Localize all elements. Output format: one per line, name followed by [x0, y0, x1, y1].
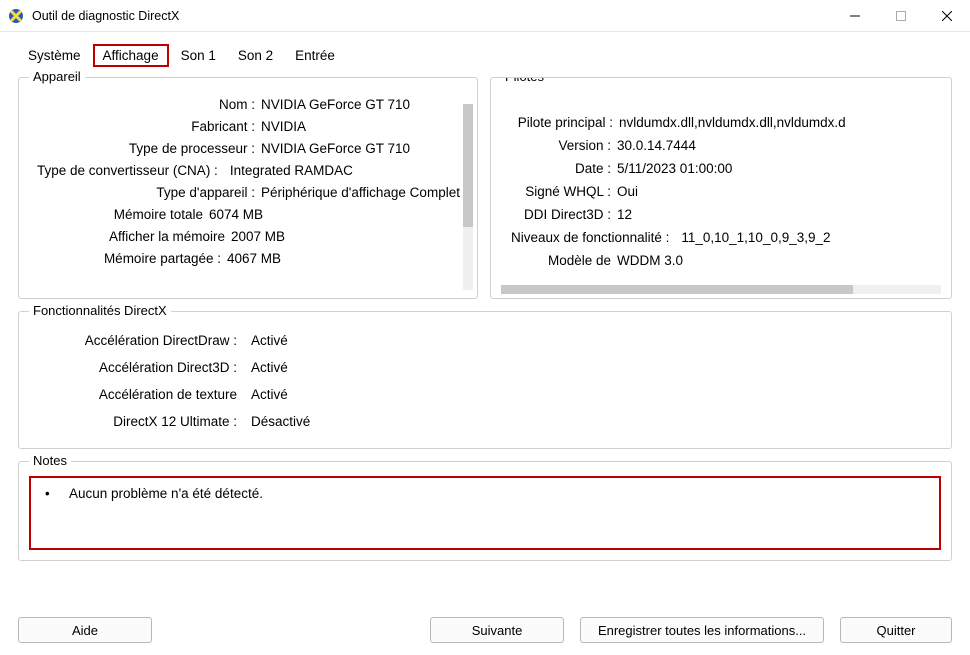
- tab-son1[interactable]: Son 1: [171, 44, 226, 67]
- label-ult: DirectX 12 Ultimate :: [29, 413, 243, 430]
- next-button[interactable]: Suivante: [430, 617, 564, 643]
- tab-affichage[interactable]: Affichage: [93, 44, 169, 67]
- pilotes-hscrollbar[interactable]: [501, 285, 941, 294]
- label-memtotal: Mémoire totale: [29, 206, 209, 223]
- value-memshared: 4067 MB: [227, 250, 281, 267]
- button-row: Aide Suivante Enregistrer toutes les inf…: [18, 617, 952, 643]
- label-ddi: DDI Direct3D :: [501, 206, 617, 223]
- value-tex: Activé: [243, 386, 288, 403]
- close-button[interactable]: [924, 0, 970, 32]
- value-ddi: 12: [617, 206, 632, 223]
- value-model: WDDM 3.0: [617, 252, 683, 269]
- label-model: Modèle de: [501, 252, 617, 269]
- value-nom: NVIDIA GeForce GT 710: [261, 96, 410, 113]
- label-conv: Type de convertisseur (CNA) :: [29, 162, 224, 179]
- label-date: Date :: [501, 160, 617, 177]
- value-principal: nvldumdx.dll,nvldumdx.dll,nvldumdx.d: [619, 114, 846, 131]
- label-whql: Signé WHQL :: [501, 183, 617, 200]
- group-notes: Notes • Aucun problème n'a été détecté.: [18, 461, 952, 561]
- value-devtype: Périphérique d'affichage Complet: [261, 184, 460, 201]
- value-ult: Désactivé: [243, 413, 310, 430]
- group-pilotes: Pilotes Pilote principal :nvldumdx.dll,n…: [490, 77, 952, 299]
- value-date: 5/11/2023 01:00:00: [617, 160, 732, 177]
- label-principal: Pilote principal :: [501, 114, 619, 131]
- help-button[interactable]: Aide: [18, 617, 152, 643]
- notes-box: • Aucun problème n'a été détecté.: [29, 476, 941, 550]
- notes-text: Aucun problème n'a été détecté.: [69, 486, 263, 501]
- group-appareil-legend: Appareil: [29, 69, 85, 84]
- label-memshared: Mémoire partagée :: [29, 250, 227, 267]
- tab-son2[interactable]: Son 2: [228, 44, 283, 67]
- group-directx-legend: Fonctionnalités DirectX: [29, 303, 171, 318]
- appareil-scrollbar-thumb[interactable]: [463, 104, 473, 227]
- value-proc: NVIDIA GeForce GT 710: [261, 140, 410, 157]
- label-version: Version :: [501, 137, 617, 154]
- titlebar: Outil de diagnostic DirectX: [0, 0, 970, 32]
- dxdiag-icon: [8, 8, 24, 24]
- value-dd: Activé: [243, 332, 288, 349]
- value-conv: Integrated RAMDAC: [224, 162, 353, 179]
- window-controls: [832, 0, 970, 32]
- label-dd: Accélération DirectDraw :: [29, 332, 243, 349]
- minimize-button[interactable]: [832, 0, 878, 32]
- group-pilotes-legend: Pilotes: [501, 77, 548, 84]
- window-title: Outil de diagnostic DirectX: [32, 9, 179, 23]
- quit-button[interactable]: Quitter: [840, 617, 952, 643]
- label-feature: Niveaux de fonctionnalité :: [501, 229, 675, 246]
- group-appareil: Appareil Nom :NVIDIA GeForce GT 710 Fabr…: [18, 77, 478, 299]
- tab-entree[interactable]: Entrée: [285, 44, 345, 67]
- value-d3d: Activé: [243, 359, 288, 376]
- value-fabricant: NVIDIA: [261, 118, 306, 135]
- label-fabricant: Fabricant :: [29, 118, 261, 135]
- pilotes-hscrollbar-thumb[interactable]: [501, 285, 853, 294]
- save-all-button[interactable]: Enregistrer toutes les informations...: [580, 617, 824, 643]
- value-memdisplay: 2007 MB: [231, 228, 285, 245]
- label-memdisplay: Afficher la mémoire: [29, 228, 231, 245]
- label-nom: Nom :: [29, 96, 261, 113]
- notes-item: • Aucun problème n'a été détecté.: [45, 486, 925, 501]
- value-version: 30.0.14.7444: [617, 137, 696, 154]
- label-d3d: Accélération Direct3D :: [29, 359, 243, 376]
- tab-bar: Système Affichage Son 1 Son 2 Entrée: [0, 32, 970, 67]
- appareil-scrollbar[interactable]: [463, 104, 473, 290]
- value-whql: Oui: [617, 183, 638, 200]
- label-devtype: Type d'appareil :: [29, 184, 261, 201]
- group-directx: Fonctionnalités DirectX Accélération Dir…: [18, 311, 952, 449]
- tab-systeme[interactable]: Système: [18, 44, 91, 67]
- value-memtotal: 6074 MB: [209, 206, 263, 223]
- group-notes-legend: Notes: [29, 453, 71, 468]
- label-proc: Type de processeur :: [29, 140, 261, 157]
- label-tex: Accélération de texture: [29, 386, 243, 403]
- maximize-button[interactable]: [878, 0, 924, 32]
- bullet-icon: •: [45, 486, 69, 501]
- value-feature: 11_0,10_1,10_0,9_3,9_2: [675, 229, 830, 246]
